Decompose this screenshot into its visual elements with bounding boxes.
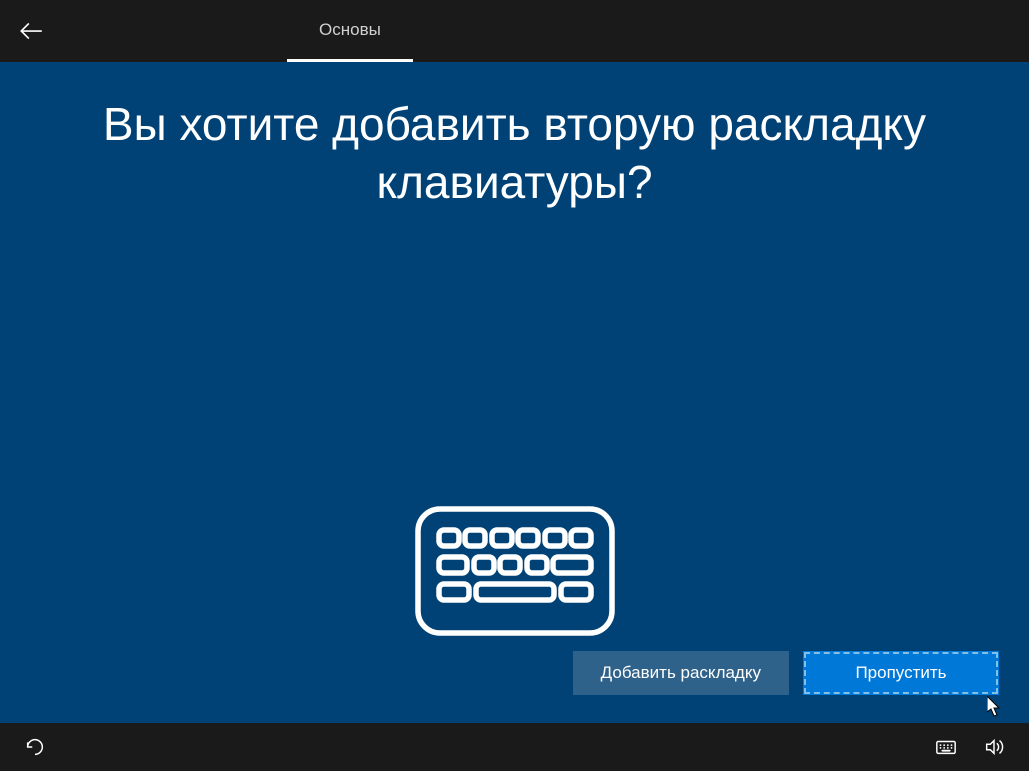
- tab-label: Основы: [319, 20, 381, 40]
- main-content: Вы хотите добавить вторую раскладку клав…: [0, 62, 1029, 723]
- bottom-right-tray: [925, 723, 1015, 771]
- skip-button[interactable]: Пропустить: [803, 651, 999, 695]
- ease-of-access-button[interactable]: [14, 723, 56, 771]
- top-bar: Основы: [0, 0, 1029, 62]
- cursor-icon: [987, 696, 1003, 718]
- volume-tray-button[interactable]: [973, 723, 1015, 771]
- back-button[interactable]: [0, 0, 62, 62]
- back-arrow-icon: [18, 18, 44, 44]
- button-row: Добавить раскладку Пропустить: [573, 651, 999, 695]
- power-sync-icon: [24, 736, 46, 758]
- volume-icon: [983, 736, 1005, 758]
- skip-label: Пропустить: [855, 663, 946, 683]
- page-title: Вы хотите добавить вторую раскладку клав…: [0, 62, 1029, 211]
- bottom-left-tray: [14, 723, 56, 771]
- add-layout-button[interactable]: Добавить раскладку: [573, 651, 789, 695]
- keyboard-icon: [415, 506, 615, 636]
- keyboard-tray-button[interactable]: [925, 723, 967, 771]
- keyboard-tray-icon: [935, 736, 957, 758]
- add-layout-label: Добавить раскладку: [601, 663, 761, 683]
- tab-basics[interactable]: Основы: [287, 0, 413, 62]
- bottom-bar: [0, 723, 1029, 771]
